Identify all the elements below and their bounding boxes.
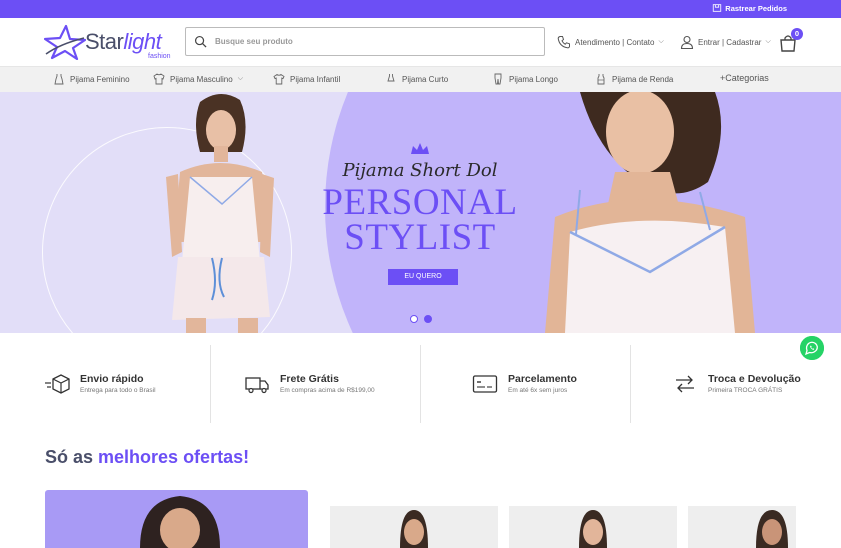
chevron-down-icon: ⌵ — [765, 38, 771, 45]
truck-icon — [245, 377, 269, 394]
features-strip: Envio rápido Entrega para todo o Brasil … — [0, 333, 841, 433]
shirt-icon — [153, 73, 165, 85]
lace-icon — [597, 74, 605, 85]
nav-item-pijama-infantil[interactable]: Pijama Infantil — [273, 73, 340, 85]
whatsapp-button[interactable] — [800, 336, 824, 360]
nav-label: Pijama Masculino — [170, 74, 233, 84]
search-icon[interactable] — [194, 35, 207, 48]
carousel-dots — [410, 315, 432, 323]
offer-featured-card[interactable] — [45, 490, 308, 548]
logo-sub: fashion — [148, 53, 171, 60]
logo[interactable]: Starlight fashion — [44, 22, 174, 62]
nav-label: Pijama Longo — [509, 74, 558, 84]
feature-fast-shipping: Envio rápido Entrega para todo o Brasil — [44, 373, 156, 397]
offers-heading: Só as melhores ofertas! — [45, 447, 249, 468]
nav-label: Pijama Feminino — [70, 74, 130, 84]
phone-icon — [557, 36, 570, 49]
chevron-down-icon: ⌵ — [658, 38, 664, 45]
dress-icon — [54, 74, 64, 85]
chevron-down-icon: ⌵ — [237, 75, 244, 82]
nav-item-pijama-de-renda[interactable]: Pijama de Renda — [595, 73, 673, 85]
nav-label: Pijama Infantil — [290, 74, 341, 84]
track-orders-label: Rastrear Pedidos — [725, 3, 787, 13]
header: Starlight fashion Atendimento | Contato … — [0, 18, 841, 66]
nav-label: +Categorias — [720, 73, 769, 83]
carousel-dot-2[interactable] — [424, 315, 432, 323]
hero-subtitle: Pijama Short Dol — [342, 160, 498, 181]
hero-model-left-image — [166, 93, 274, 333]
product-image — [579, 510, 607, 548]
short-dress-icon — [387, 74, 395, 82]
tshirt-icon — [273, 73, 285, 85]
long-pajama-icon — [494, 73, 502, 85]
feature-subtitle: Entrega para todo o Brasil — [80, 387, 156, 394]
offer-featured-image — [140, 496, 220, 548]
logo-italic: light — [123, 29, 162, 54]
hero-title-line1: PERSONAL — [322, 182, 518, 223]
feature-installments: Parcelamento Em até 6x sem juros — [472, 373, 577, 397]
feature-returns: Troca e Devolução Primeira TROCA GRÁTIS — [672, 373, 801, 397]
offer-product-card[interactable] — [330, 506, 498, 548]
carousel-dot-1[interactable] — [410, 315, 418, 323]
package-track-icon — [713, 4, 722, 12]
feature-title: Frete Grátis — [280, 373, 339, 385]
divider — [630, 345, 631, 423]
search-box — [185, 27, 545, 56]
nav-label: Pijama Curto — [402, 74, 449, 84]
feature-subtitle: Em até 6x sem juros — [508, 387, 568, 394]
category-nav: Pijama Feminino Pijama Masculino ⌵ Pijam… — [0, 66, 841, 92]
cart-count-badge: 0 — [791, 28, 803, 40]
logo-text: Starlight — [85, 29, 162, 55]
crown-logo-icon — [411, 143, 429, 154]
credit-card-icon — [472, 375, 498, 393]
nav-item-more-categories[interactable]: +Categorias — [720, 73, 769, 83]
offers-title-prefix: Só as — [45, 447, 99, 467]
contact-label: Atendimento | Contato — [575, 37, 655, 47]
nav-item-pijama-longo[interactable]: Pijama Longo — [492, 73, 558, 85]
feature-title: Parcelamento — [508, 373, 577, 385]
top-bar: Rastrear Pedidos — [0, 0, 841, 18]
account-label: Entrar | Cadastrar — [698, 37, 762, 47]
product-image — [400, 510, 428, 548]
divider — [420, 345, 421, 423]
hero-banner[interactable]: Pijama Short Dol PERSONAL STYLIST EU QUE… — [0, 92, 841, 333]
product-image — [756, 510, 788, 548]
feature-subtitle: Primeira TROCA GRÁTIS — [708, 387, 783, 394]
fast-box-icon — [45, 374, 70, 394]
exchange-icon — [676, 375, 694, 393]
hero-model-right-image — [545, 92, 755, 333]
track-orders-link[interactable]: Rastrear Pedidos — [712, 3, 787, 13]
nav-label: Pijama de Renda — [612, 74, 674, 84]
offer-product-card[interactable] — [509, 506, 677, 548]
offers-title-highlight: melhores ofertas! — [98, 447, 250, 467]
contact-menu[interactable]: Atendimento | Contato ⌵ — [557, 35, 664, 49]
feature-free-shipping: Frete Grátis Em compras acima de R$199,0… — [244, 373, 375, 397]
logo-main: Star — [85, 29, 124, 54]
search-input[interactable] — [215, 37, 515, 46]
hero-title: PERSONAL STYLIST — [322, 182, 518, 258]
feature-title: Envio rápido — [80, 373, 144, 385]
hero-cta-button[interactable]: EU QUERO — [388, 269, 458, 285]
divider — [210, 345, 211, 423]
account-menu[interactable]: Entrar | Cadastrar ⌵ — [680, 35, 771, 49]
nav-item-pijama-curto[interactable]: Pijama Curto — [385, 73, 448, 85]
feature-title: Troca e Devolução — [708, 373, 801, 385]
nav-item-pijama-feminino[interactable]: Pijama Feminino — [53, 73, 130, 85]
nav-item-pijama-masculino[interactable]: Pijama Masculino ⌵ — [153, 73, 243, 85]
hero-title-line2: STYLIST — [344, 217, 496, 258]
cart-button[interactable]: 0 — [779, 28, 803, 54]
logo-star-icon — [44, 24, 86, 60]
feature-subtitle: Em compras acima de R$199,00 — [280, 387, 375, 394]
offer-product-card[interactable] — [688, 506, 796, 548]
user-icon — [680, 35, 694, 49]
whatsapp-icon — [800, 336, 824, 360]
